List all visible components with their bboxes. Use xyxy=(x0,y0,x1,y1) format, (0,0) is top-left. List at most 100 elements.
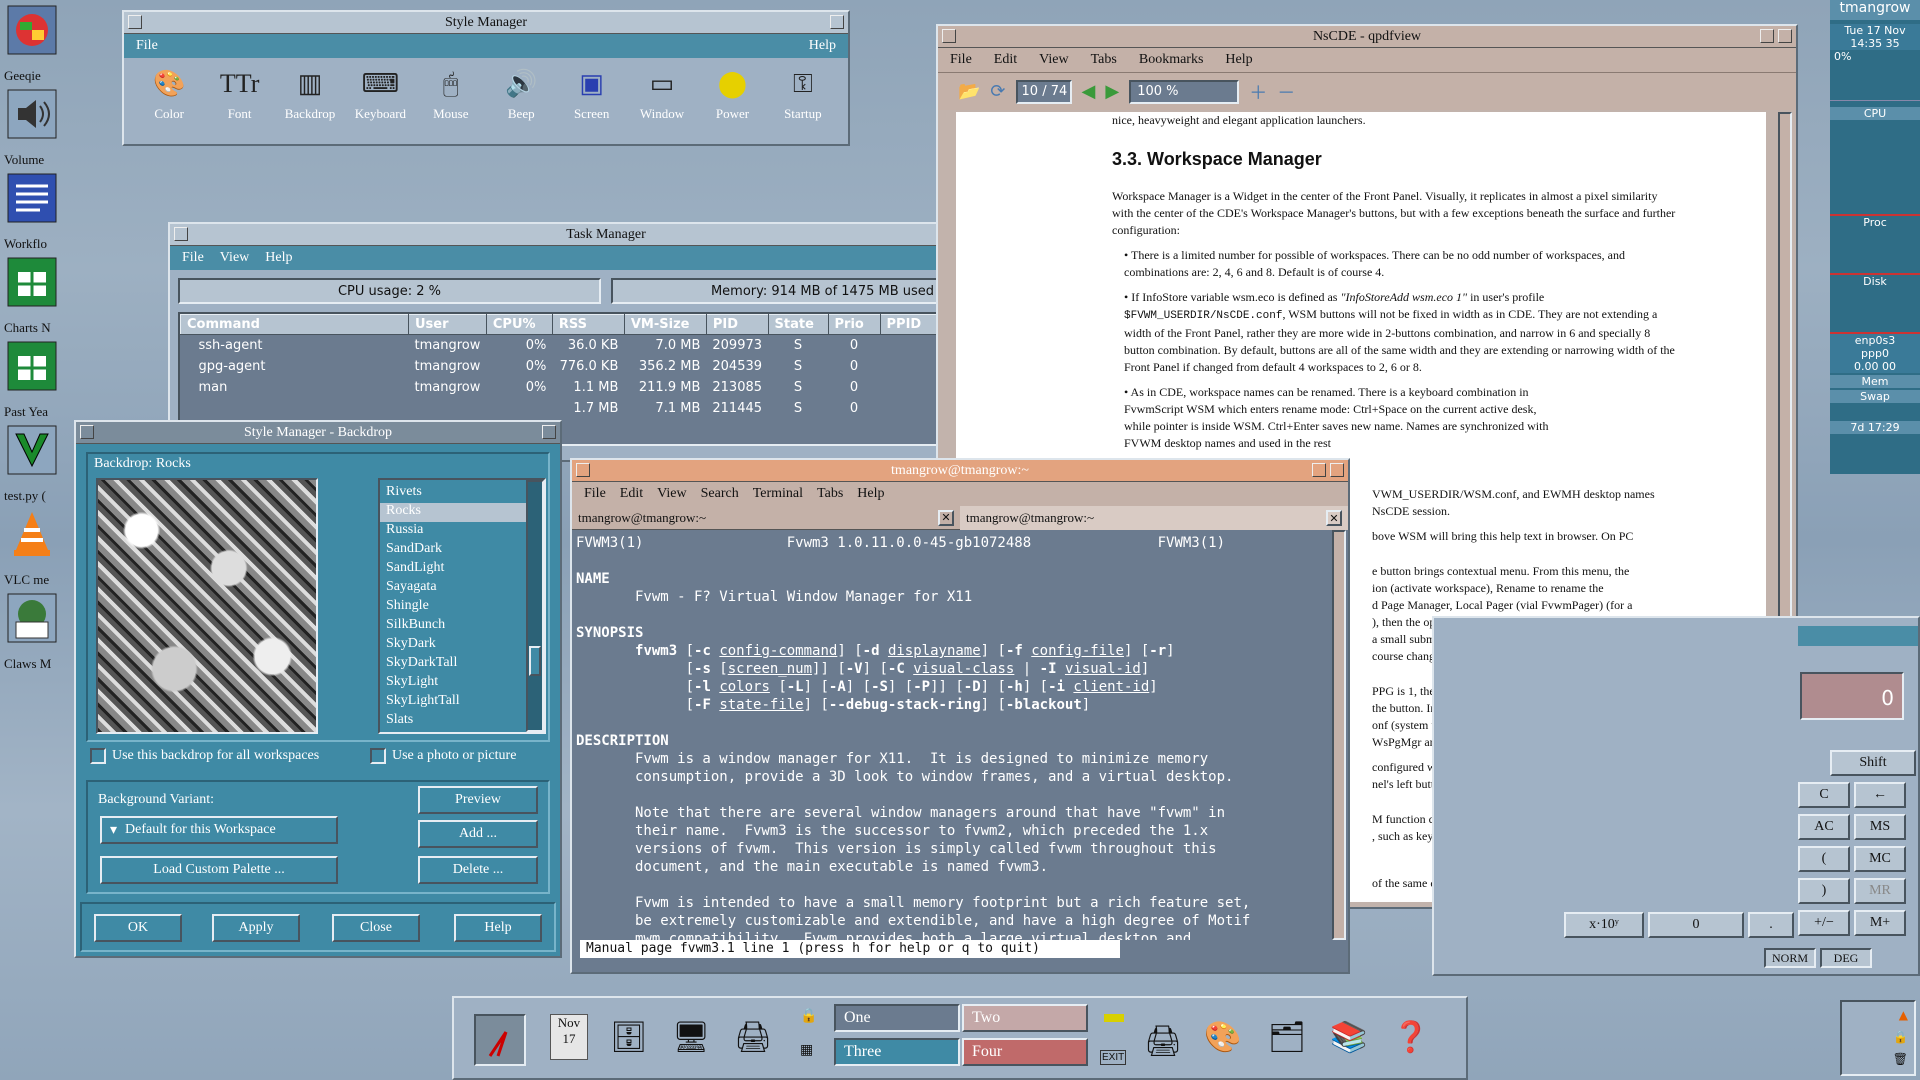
menu-help[interactable]: Help xyxy=(857,486,884,502)
dock-claws-mail[interactable]: Claws M xyxy=(0,588,64,672)
trash-icon[interactable]: 🗑 xyxy=(1893,1052,1908,1066)
col-rss[interactable]: RSS xyxy=(551,314,625,335)
menu-view[interactable]: View xyxy=(220,250,249,266)
exponent-button[interactable]: x·10ʸ xyxy=(1564,912,1644,938)
backspace-button[interactable]: ← xyxy=(1854,782,1906,808)
zoom-out-icon[interactable]: － xyxy=(1277,79,1295,105)
menu-search[interactable]: Search xyxy=(701,486,739,502)
all-clear-button[interactable]: AC xyxy=(1798,814,1850,840)
qpdfview-titlebar[interactable]: NsCDE - qpdfview xyxy=(938,26,1796,48)
clear-button[interactable]: C xyxy=(1798,782,1850,808)
backdrop-list-item[interactable]: Slats xyxy=(380,712,526,731)
col-state[interactable]: State xyxy=(767,314,829,335)
backdrop-list-item[interactable]: SilkBunch xyxy=(380,617,526,636)
backdrop-list-item[interactable]: SkyDark xyxy=(380,636,526,655)
maximize-button[interactable] xyxy=(1330,463,1344,477)
photo-checkbox[interactable] xyxy=(370,748,386,764)
load-palette-button[interactable]: Load Custom Palette ... xyxy=(100,856,338,884)
col-user[interactable]: User xyxy=(408,314,487,335)
books-icon[interactable]: 📚 xyxy=(1330,1020,1367,1055)
variant-dropdown[interactable]: ▾ Default for this Workspace xyxy=(100,816,338,844)
zoom-in-icon[interactable]: ＋ xyxy=(1249,79,1267,105)
menu-file[interactable]: File xyxy=(950,52,972,68)
menu-edit[interactable]: Edit xyxy=(620,486,643,502)
menu-tabs[interactable]: Tabs xyxy=(817,486,843,502)
task-manager-titlebar[interactable]: Task Manager xyxy=(170,224,1042,246)
app-manager-icon[interactable]: 🗂 xyxy=(1268,1020,1306,1055)
open-paren-button[interactable]: ( xyxy=(1798,846,1850,872)
style-color-button[interactable]: 🎨 Color xyxy=(134,66,204,122)
calendar-icon[interactable]: Nov 17 xyxy=(550,1014,588,1060)
exit-button[interactable]: EXIT xyxy=(1100,1050,1127,1065)
terminal-tab-2[interactable]: tmangrow@tmangrow:~ ✕ xyxy=(960,506,1348,530)
maximize-button[interactable] xyxy=(1778,29,1792,43)
backdrop-list-item[interactable]: SandLight xyxy=(380,560,526,579)
dock-charts[interactable]: Charts N xyxy=(0,252,64,336)
page-number-field[interactable]: 10 / 74 xyxy=(1015,79,1072,104)
grid-icon[interactable]: ▦ xyxy=(800,1042,813,1058)
backdrop-list-item[interactable]: Rivets xyxy=(380,484,526,503)
style-window-button[interactable]: ▭ Window xyxy=(627,66,697,122)
menu-help[interactable]: Help xyxy=(1225,52,1252,68)
add-button[interactable]: Add ... xyxy=(418,820,538,848)
preview-button[interactable]: Preview xyxy=(418,786,538,814)
menu-help[interactable]: Help xyxy=(809,38,836,54)
menu-file[interactable]: File xyxy=(182,250,204,266)
refresh-icon[interactable]: ⟳ xyxy=(990,81,1005,102)
ok-button[interactable]: OK xyxy=(94,914,182,942)
terminal-scrollbar[interactable] xyxy=(1332,530,1346,940)
backdrop-list-item[interactable]: Shingle xyxy=(380,598,526,617)
window-menu-button[interactable] xyxy=(174,227,188,241)
backdrop-list-scrollbar[interactable] xyxy=(526,480,544,732)
workspace-two[interactable]: Two xyxy=(962,1004,1088,1032)
style-mouse-button[interactable]: 🖱 Mouse xyxy=(416,66,486,122)
zero-button[interactable]: 0 xyxy=(1648,912,1744,938)
vlc-tray-icon[interactable]: ▲ xyxy=(1899,1008,1908,1022)
shift-button[interactable]: Shift xyxy=(1830,750,1916,776)
previous-page-icon[interactable]: ◀ xyxy=(1082,81,1096,102)
terminal-output[interactable]: FVWM3(1) Fvwm3 1.0.11.0.0-45-gb1072488 F… xyxy=(572,530,1348,940)
table-row[interactable]: 1.7 MB7.1 MB211445S0209950 xyxy=(181,398,1020,419)
dock-test-py[interactable]: test.py ( xyxy=(0,420,64,504)
memory-clear-button[interactable]: MC xyxy=(1854,846,1906,872)
style-font-button[interactable]: TTr Font xyxy=(204,66,274,122)
all-workspaces-checkbox[interactable] xyxy=(90,748,106,764)
menu-terminal[interactable]: Terminal xyxy=(753,486,803,502)
memory-store-button[interactable]: MS xyxy=(1854,814,1906,840)
backdrop-list-item[interactable]: Russia xyxy=(380,522,526,541)
col-command[interactable]: Command xyxy=(180,314,409,335)
table-row[interactable]: gpg-agent tmangrow 0% 776.0 KB 356.2 MB 20453… xyxy=(181,356,1020,377)
col-vmsize[interactable]: VM-Size xyxy=(623,314,707,335)
lock-icon[interactable]: 🔒 xyxy=(800,1008,817,1024)
menu-file[interactable]: File xyxy=(584,486,606,502)
menu-bookmarks[interactable]: Bookmarks xyxy=(1139,52,1204,68)
close-button[interactable]: Close xyxy=(332,914,420,942)
window-menu-button[interactable] xyxy=(80,425,94,439)
dock-past-year[interactable]: Past Yea xyxy=(0,336,64,420)
style-power-button[interactable]: ⬤ Power xyxy=(697,66,767,122)
style-beep-button[interactable]: 🔊 Beep xyxy=(486,66,556,122)
dock-geeqie[interactable]: Geeqie xyxy=(0,0,64,84)
workspace-three[interactable]: Three xyxy=(834,1038,960,1066)
file-manager-icon[interactable]: 🗄 xyxy=(610,1020,648,1055)
open-icon[interactable]: 📂 xyxy=(958,81,980,102)
col-pid[interactable]: PID xyxy=(705,314,769,335)
lock-icon[interactable]: 🔒 xyxy=(1893,1030,1908,1044)
menu-view[interactable]: View xyxy=(1039,52,1068,68)
menu-view[interactable]: View xyxy=(657,486,686,502)
minimize-button[interactable] xyxy=(1760,29,1774,43)
terminal-tab-1[interactable]: tmangrow@tmangrow:~ ✕ xyxy=(572,506,960,530)
computer-icon[interactable]: 🖥 xyxy=(672,1020,710,1055)
minimize-button[interactable] xyxy=(542,425,556,439)
backdrop-list[interactable]: Rivets Rocks Russia SandDark SandLight Sayaga… xyxy=(378,478,546,734)
decimal-button[interactable]: . xyxy=(1748,912,1794,938)
col-prio[interactable]: Prio xyxy=(827,314,881,335)
style-startup-button[interactable]: ⚿ Startup xyxy=(768,66,838,122)
terminal-titlebar[interactable]: tmangrow@tmangrow:~ xyxy=(572,460,1348,482)
window-menu-button[interactable] xyxy=(128,15,142,29)
scanner-icon[interactable]: 🖨 xyxy=(734,1020,772,1055)
memory-recall-button[interactable]: MR xyxy=(1854,878,1906,904)
col-cpu[interactable]: CPU% xyxy=(485,314,553,335)
dock-vlc[interactable]: VLC me xyxy=(0,504,64,588)
backdrop-list-item[interactable]: SkyDarkTall xyxy=(380,655,526,674)
